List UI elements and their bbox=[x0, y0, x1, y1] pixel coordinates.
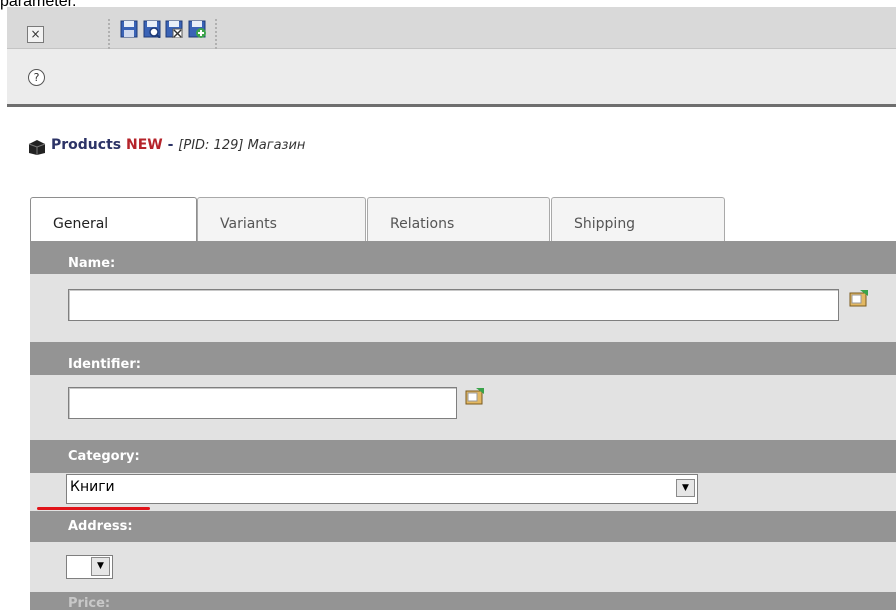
product-box-icon bbox=[28, 140, 46, 155]
tab-label: Variants bbox=[220, 216, 277, 232]
identifier-label: Identifier: bbox=[68, 357, 141, 372]
category-select[interactable]: Книги ▼ bbox=[66, 474, 698, 504]
category-selected-value: Книги bbox=[70, 479, 115, 495]
tab-relations[interactable]: Relations bbox=[367, 197, 550, 241]
toolbar: × bbox=[7, 7, 896, 49]
toolbar-separator bbox=[215, 19, 217, 49]
tab-shipping[interactable]: Shipping bbox=[551, 197, 725, 241]
new-badge: NEW bbox=[125, 137, 163, 153]
tab-general[interactable]: General bbox=[30, 197, 197, 242]
address-section-header: Address: bbox=[30, 511, 896, 542]
identifier-input[interactable] bbox=[68, 387, 457, 419]
name-section-header: Name: bbox=[30, 241, 896, 274]
address-label: Address: bbox=[68, 519, 133, 534]
chevron-down-icon[interactable]: ▼ bbox=[91, 557, 110, 576]
save-close-icon[interactable] bbox=[165, 20, 183, 38]
page-title-text: Products bbox=[51, 137, 122, 153]
toolbar-separator bbox=[108, 19, 110, 49]
tab-label: Shipping bbox=[574, 216, 636, 232]
annotation-underline bbox=[37, 507, 150, 510]
general-form: Name: Identifier: Category: Книги ▼ Addr… bbox=[30, 241, 896, 611]
address-select[interactable]: ▼ bbox=[66, 555, 113, 579]
tab-label: Relations bbox=[390, 216, 455, 232]
chevron-down-icon[interactable]: ▼ bbox=[676, 479, 695, 497]
help-bar: ? bbox=[7, 49, 896, 107]
help-icon[interactable]: ? bbox=[28, 69, 45, 86]
category-section-header: Category: bbox=[30, 440, 896, 473]
category-label: Category: bbox=[68, 449, 140, 464]
close-icon[interactable]: × bbox=[27, 26, 44, 43]
name-label: Name: bbox=[68, 256, 116, 271]
page-pid: [PID: 129] Магазин bbox=[178, 138, 306, 153]
name-wizard-icon[interactable] bbox=[848, 286, 870, 308]
save-view-icon[interactable] bbox=[143, 20, 161, 38]
tab-variants[interactable]: Variants bbox=[197, 197, 366, 241]
identifier-section-header: Identifier: bbox=[30, 342, 896, 375]
price-label: Price: bbox=[68, 596, 111, 611]
save-new-icon[interactable] bbox=[188, 20, 206, 38]
price-section-header: Price: bbox=[30, 592, 896, 611]
title-separator: - bbox=[167, 137, 174, 153]
name-input[interactable] bbox=[68, 289, 839, 321]
identifier-wizard-icon[interactable] bbox=[464, 384, 486, 406]
page-title: Products NEW - [PID: 129] Магазин bbox=[51, 137, 305, 153]
tab-label: General bbox=[53, 216, 109, 232]
save-icon[interactable] bbox=[120, 20, 138, 38]
